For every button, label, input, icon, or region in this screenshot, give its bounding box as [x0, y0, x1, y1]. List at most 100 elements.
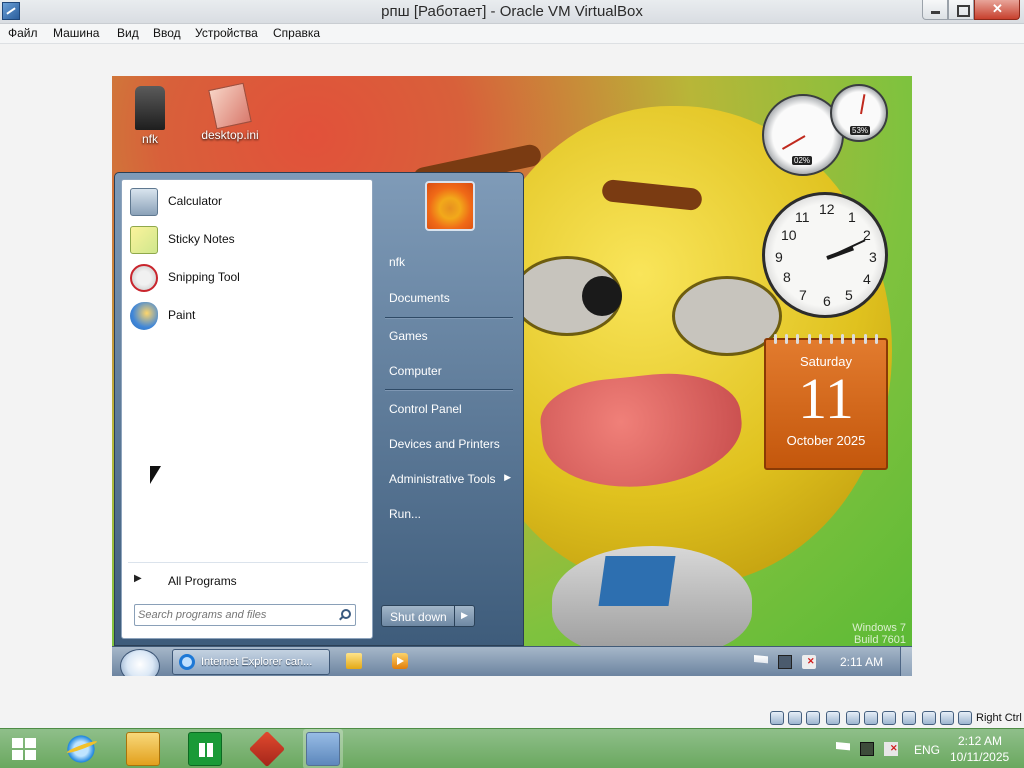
mouse-integration-status-icon[interactable]	[940, 711, 954, 725]
menu-view[interactable]: Вид	[117, 26, 139, 40]
start-item-snipping-tool[interactable]: Snipping Tool	[126, 260, 366, 294]
network-status-icon[interactable]	[826, 711, 840, 725]
guest-screen[interactable]: nfk desktop.ini 02% 53% 12 1 2 3 4 5 6 7…	[112, 76, 912, 676]
start-right-separator	[385, 389, 513, 390]
start-right-run[interactable]: Run...	[389, 501, 515, 527]
menu-file[interactable]: Файл	[8, 26, 38, 40]
restore-button[interactable]	[948, 0, 974, 20]
desktop-icon-label: nfk	[141, 132, 158, 146]
virtualbox-icon[interactable]	[303, 729, 343, 768]
audio-status-icon[interactable]	[806, 711, 820, 725]
action-center-flag-icon[interactable]	[754, 655, 768, 664]
menu-help[interactable]: Справка	[273, 26, 320, 40]
all-programs-button[interactable]: ▶ All Programs	[128, 570, 368, 592]
start-right-administrative-tools[interactable]: Administrative Tools ▶	[389, 466, 515, 492]
file-explorer-icon[interactable]	[126, 732, 160, 766]
clock-number: 5	[845, 287, 853, 303]
snipping-tool-icon	[130, 264, 158, 292]
cpu-needle	[781, 135, 806, 150]
calendar-rings	[766, 334, 886, 344]
desktop-icon-desktop-ini[interactable]: desktop.ini	[192, 82, 268, 142]
network-icon[interactable]	[860, 742, 874, 756]
shared-folders-status-icon[interactable]	[864, 711, 878, 725]
usb-status-icon[interactable]	[846, 711, 860, 725]
chevron-right-icon: ▶	[134, 573, 142, 584]
start-item-calculator[interactable]: Calculator	[126, 184, 366, 218]
filezilla-icon[interactable]	[248, 730, 286, 768]
start-item-label: Snipping Tool	[168, 270, 240, 284]
start-right-control-panel[interactable]: Control Panel	[389, 396, 515, 422]
host-titlebar: рпш [Работает] - Oracle VM VirtualBox	[0, 0, 1024, 24]
host-clock-time[interactable]: 2:12 AM	[958, 734, 1002, 748]
admin-tools-label: Administrative Tools	[389, 472, 496, 486]
start-menu[interactable]: Calculator Sticky Notes Snipping Tool Pa…	[114, 172, 524, 646]
show-desktop-button[interactable]	[900, 647, 912, 676]
calculator-icon	[130, 188, 158, 216]
network-icon[interactable]	[778, 655, 792, 669]
start-item-label: Paint	[168, 308, 196, 322]
desktop-icon-nfk[interactable]: nfk	[112, 86, 188, 146]
taskbar-item-label: Internet Explorer can...	[201, 656, 313, 668]
video-capture-status-icon[interactable]	[902, 711, 916, 725]
clock-hour-hand	[826, 246, 854, 260]
paint-icon	[130, 302, 158, 330]
start-search-box[interactable]	[134, 604, 356, 626]
keyboard-capture-status-icon[interactable]	[958, 711, 972, 725]
start-right-devices-printers[interactable]: Devices and Printers	[389, 431, 515, 457]
volume-muted-icon[interactable]	[884, 742, 898, 756]
display-status-icon[interactable]	[882, 711, 896, 725]
memory-meter-gadget[interactable]: 53%	[830, 84, 888, 142]
optical-drive-status-icon[interactable]	[788, 711, 802, 725]
wallpaper-pupil	[582, 276, 622, 316]
start-orb-button[interactable]	[120, 649, 160, 676]
windows-start-button[interactable]	[12, 738, 36, 760]
store-icon[interactable]	[188, 732, 222, 766]
virtualization-status-icon[interactable]	[922, 711, 936, 725]
start-menu-divider	[128, 562, 368, 563]
search-icon[interactable]	[341, 609, 351, 619]
clock-gadget[interactable]: 12 1 2 3 4 5 6 7 8 9 10 11	[762, 192, 888, 318]
guest-clock[interactable]: 2:11 AM	[840, 655, 883, 669]
close-button[interactable]	[974, 0, 1020, 20]
shut-down-options-arrow-icon[interactable]: ▶	[454, 606, 474, 626]
hard-disk-status-icon[interactable]	[770, 711, 784, 725]
user-picture-avatar[interactable]	[425, 181, 475, 231]
sticky-notes-icon	[130, 226, 158, 254]
language-indicator[interactable]: ENG	[914, 743, 940, 757]
clock-minute-hand	[826, 239, 866, 259]
clock-number: 1	[848, 209, 856, 225]
watermark-line-1: Windows 7	[852, 622, 906, 634]
action-center-flag-icon[interactable]	[836, 742, 850, 751]
clock-number: 4	[863, 271, 871, 287]
start-item-label: Calculator	[168, 194, 223, 208]
menu-machine[interactable]: Машина	[53, 26, 99, 40]
quicklaunch-media-player-icon[interactable]	[392, 653, 408, 669]
menu-input[interactable]: Ввод	[153, 26, 181, 40]
menu-devices[interactable]: Устройства	[195, 26, 258, 40]
internet-explorer-icon	[179, 654, 195, 670]
shut-down-button[interactable]: Shut down ▶	[381, 605, 475, 627]
vbox-statusbar: Right Ctrl	[0, 708, 1024, 728]
clock-number: 12	[819, 201, 835, 217]
start-right-user-folder[interactable]: nfk	[389, 249, 515, 275]
clock-number: 10	[781, 227, 797, 243]
start-item-label: Sticky Notes	[168, 232, 235, 246]
start-right-computer[interactable]: Computer	[389, 358, 515, 384]
taskbar-internet-explorer[interactable]: Internet Explorer can...	[172, 649, 330, 675]
volume-muted-icon[interactable]	[802, 655, 816, 669]
start-item-paint[interactable]: Paint	[126, 298, 366, 332]
mouse-cursor-icon	[150, 466, 161, 484]
internet-explorer-icon[interactable]	[64, 732, 98, 766]
host-clock-date[interactable]: 10/11/2025	[950, 750, 1009, 764]
quicklaunch-folder-icon[interactable]	[346, 653, 362, 669]
clock-number: 8	[783, 269, 791, 285]
shut-down-label: Shut down	[390, 610, 447, 624]
calendar-gadget[interactable]: Saturday 11 October 2025	[764, 334, 888, 470]
search-input[interactable]	[138, 607, 328, 623]
start-item-sticky-notes[interactable]: Sticky Notes	[126, 222, 366, 256]
minimize-button[interactable]	[922, 0, 948, 20]
start-right-documents[interactable]: Documents	[389, 285, 515, 311]
start-menu-programs-pane: Calculator Sticky Notes Snipping Tool Pa…	[121, 179, 373, 639]
start-right-games[interactable]: Games	[389, 323, 515, 349]
clock-number: 9	[775, 249, 783, 265]
